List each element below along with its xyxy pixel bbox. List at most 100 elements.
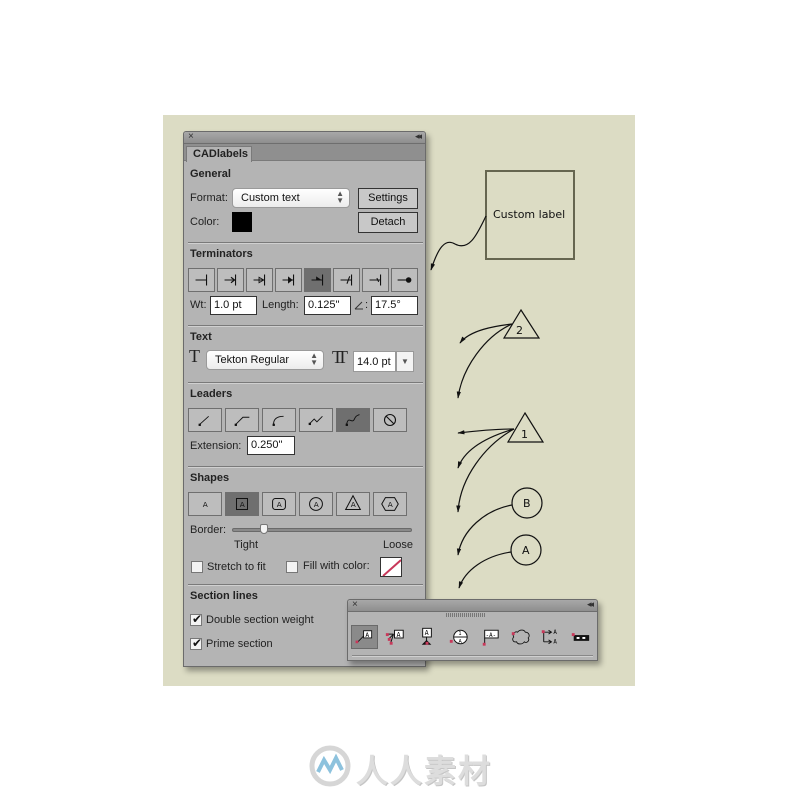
checkmark-icon: ✔: [192, 612, 203, 626]
leader-straight-button[interactable]: [188, 408, 222, 432]
section-arrow-tool-icon: AA: [541, 629, 557, 646]
format-select[interactable]: Custom text ▲ ▼: [232, 188, 350, 208]
font-size-icon: TT: [332, 347, 348, 367]
divider: [188, 382, 423, 384]
tab-row: CADlabels: [184, 144, 425, 162]
leader-2b: [456, 323, 513, 399]
leader-elbow-button[interactable]: [225, 408, 259, 432]
terminator-bar-icon: [195, 274, 208, 286]
section-lines-title: Section lines: [190, 590, 258, 602]
divider: [188, 584, 423, 586]
extension-input[interactable]: 0.250": [247, 436, 295, 455]
prime-section-label: Prime section: [206, 638, 273, 650]
format-select-value: Custom text: [241, 192, 300, 204]
svg-text:A: A: [553, 630, 557, 636]
shape-square-button[interactable]: A: [225, 492, 259, 516]
label-tool-button[interactable]: A: [351, 625, 378, 649]
section-arrow-tool-button[interactable]: AA: [536, 625, 563, 649]
custom-label-leader: [430, 215, 487, 271]
svg-text:A: A: [314, 500, 319, 509]
border-slider-thumb[interactable]: [260, 524, 269, 534]
terminator-slash-bar-button[interactable]: [333, 268, 360, 292]
svg-text:A: A: [240, 500, 245, 509]
terminator-triangle-bar-button[interactable]: [246, 268, 273, 292]
leader-wave-button[interactable]: [336, 408, 370, 432]
drag-grip-handle[interactable]: [446, 613, 486, 617]
shape-hexagon-icon: A: [381, 497, 399, 511]
terminator-open-arrow-bar-button[interactable]: [217, 268, 244, 292]
fill-with-color-label: Fill with color:: [303, 560, 370, 572]
border-slider-track[interactable]: [232, 528, 412, 532]
divider: [188, 242, 423, 244]
collapse-icon[interactable]: ◂◂: [587, 599, 594, 610]
flag-label-tool-button[interactable]: -A-: [476, 625, 503, 649]
terminator-bar-button[interactable]: [188, 268, 215, 292]
stretch-to-fit-checkbox[interactable]: [191, 561, 203, 573]
text-section-title: Text: [190, 331, 212, 343]
shape-circle-button[interactable]: A: [299, 492, 333, 516]
divider: [188, 466, 423, 468]
datum-target-tool-button[interactable]: A: [414, 625, 441, 649]
tight-label: Tight: [234, 539, 259, 551]
font-family-icon: T: [189, 346, 200, 366]
terminators-section-title: Terminators: [190, 248, 253, 260]
shapes-section-title: Shapes: [190, 472, 230, 484]
svg-text:A: A: [203, 500, 208, 509]
no-fill-icon: [382, 559, 401, 576]
weight-input[interactable]: 1.0 pt: [210, 296, 257, 315]
multi-leader-tool-button[interactable]: A: [382, 625, 409, 649]
svg-text:A: A: [277, 500, 282, 509]
panel-titlebar[interactable]: × ◂◂: [184, 131, 425, 144]
watermark-logo-icon: [309, 745, 351, 787]
shape-triangle-button[interactable]: A: [336, 492, 370, 516]
tab-cadlabels[interactable]: CADlabels: [186, 146, 252, 162]
leader-2a: [459, 323, 513, 344]
scale-bar-tool-button[interactable]: [566, 625, 593, 649]
terminator-half-arrow-bar-icon: [311, 274, 324, 286]
length-input[interactable]: 0.125": [304, 296, 351, 315]
color-swatch[interactable]: [232, 212, 252, 232]
prime-section-checkbox[interactable]: ✔: [190, 636, 202, 650]
shape-rounded-square-button[interactable]: A: [262, 492, 296, 516]
fill-color-swatch[interactable]: [380, 557, 402, 577]
leader-straight-icon: [198, 415, 209, 426]
terminator-tick-bar-button[interactable]: [362, 268, 389, 292]
svg-text:A: A: [396, 631, 400, 639]
close-icon[interactable]: ×: [352, 599, 358, 610]
wt-label: Wt:: [190, 299, 207, 311]
scale-bar-tool-icon: [571, 633, 590, 641]
double-section-weight-checkbox[interactable]: ✔: [190, 612, 203, 626]
extension-label: Extension:: [190, 440, 242, 452]
angle-input[interactable]: 17.5°: [371, 296, 418, 315]
font-select[interactable]: Tekton Regular ▲ ▼: [206, 350, 324, 370]
terminator-half-arrow-bar-button[interactable]: [304, 268, 331, 292]
shape-none-button[interactable]: A: [188, 492, 222, 516]
section-circle-tool-icon: 1A: [449, 629, 468, 645]
revision-cloud-tool-button[interactable]: [506, 625, 533, 649]
close-icon[interactable]: ×: [188, 131, 194, 142]
section-circle-tool-button[interactable]: 1A: [445, 625, 472, 649]
watermark: 人人素材: [308, 742, 498, 792]
shape-triangle-icon: A: [344, 494, 362, 511]
fill-with-color-checkbox[interactable]: [286, 561, 298, 573]
svg-text:A: A: [425, 629, 429, 637]
divider: [352, 655, 593, 657]
circle-label-a-text: A: [522, 544, 530, 557]
terminator-dot-button[interactable]: [391, 268, 418, 292]
font-size-input[interactable]: 14.0 pt: [353, 351, 396, 372]
collapse-icon[interactable]: ◂◂: [415, 131, 422, 142]
leader-elbow-icon: [234, 416, 250, 426]
settings-button[interactable]: Settings: [358, 188, 418, 209]
svg-text:A: A: [388, 500, 393, 509]
shape-hexagon-button[interactable]: A: [373, 492, 407, 516]
leader-zigzag-button[interactable]: [299, 408, 333, 432]
terminator-filled-arrow-bar-button[interactable]: [275, 268, 302, 292]
leader-curve-button[interactable]: [262, 408, 296, 432]
shape-rounded-square-icon: A: [272, 497, 286, 511]
leader-none-button[interactable]: [373, 408, 407, 432]
leader-a: [458, 551, 512, 589]
tools-titlebar[interactable]: × ◂◂: [348, 599, 597, 612]
detach-button[interactable]: Detach: [358, 212, 418, 233]
font-size-dropdown-icon[interactable]: ▼: [396, 351, 414, 372]
select-arrows-icon: ▲ ▼: [336, 189, 344, 205]
